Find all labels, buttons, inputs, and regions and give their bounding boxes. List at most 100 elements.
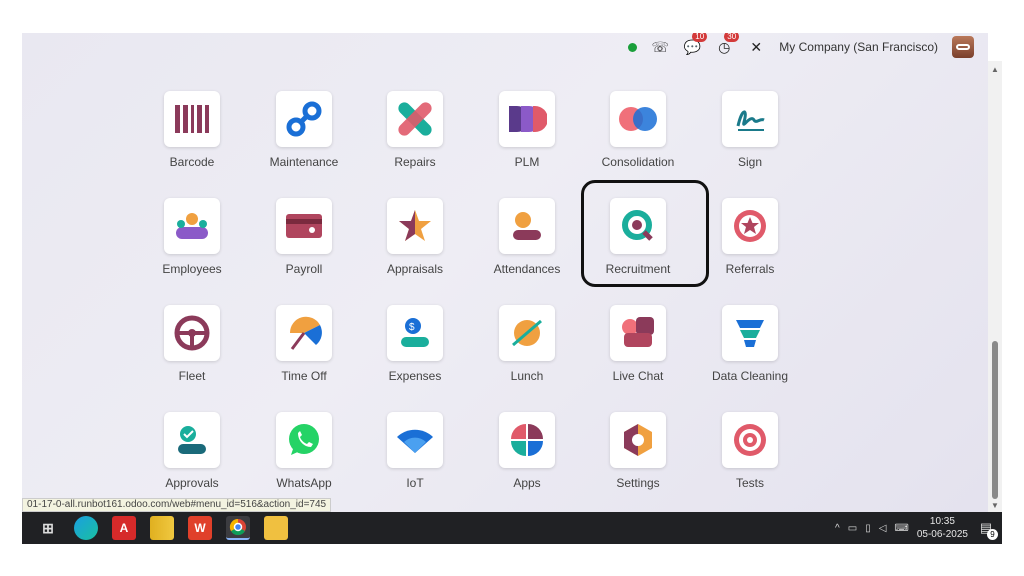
activity-badge: 30 xyxy=(724,33,740,42)
app-settings[interactable]: Settings xyxy=(583,412,693,512)
app-expenses[interactable]: $ Expenses xyxy=(360,305,470,405)
battery-icon[interactable]: ▭ xyxy=(848,523,857,534)
volume-icon[interactable]: ◁ xyxy=(879,523,887,534)
notification-icon[interactable]: ▤ 9 xyxy=(976,518,998,540)
keyboard-icon[interactable]: ⌨ xyxy=(894,523,908,534)
app-label: PLM xyxy=(514,155,540,169)
referrals-icon xyxy=(722,198,778,254)
sign-icon xyxy=(722,91,778,147)
scroll-up-icon[interactable]: ▲ xyxy=(991,65,999,74)
repairs-icon xyxy=(387,91,443,147)
expenses-icon: $ xyxy=(387,305,443,361)
appraisals-icon xyxy=(387,198,443,254)
edge-icon[interactable] xyxy=(74,516,98,540)
apps-icon xyxy=(499,412,555,468)
data-cleaning-icon xyxy=(722,305,778,361)
app-appraisals[interactable]: Appraisals xyxy=(360,198,470,298)
app-tests[interactable]: Tests xyxy=(695,412,805,512)
app-label: Consolidation xyxy=(601,155,675,169)
app-whatsapp[interactable]: WhatsApp xyxy=(249,412,359,512)
scrollbar[interactable]: ▲ ▼ xyxy=(988,61,1002,512)
tests-icon xyxy=(722,412,778,468)
app-referrals[interactable]: Referrals xyxy=(695,198,805,298)
clock[interactable]: 10:35 05-06-2025 xyxy=(917,515,968,541)
app-label: Referrals xyxy=(725,262,775,276)
app-plm[interactable]: PLM xyxy=(472,91,582,191)
time-off-icon xyxy=(276,305,332,361)
settings-icon xyxy=(610,412,666,468)
app-label: Payroll xyxy=(285,262,323,276)
app-iot[interactable]: IoT xyxy=(360,412,470,512)
app-label: Attendances xyxy=(493,262,561,276)
app-time-off[interactable]: Time Off xyxy=(249,305,359,405)
live-chat-icon xyxy=(610,305,666,361)
company-switcher[interactable]: My Company (San Francisco) xyxy=(779,40,938,54)
app-attendances[interactable]: Attendances xyxy=(472,198,582,298)
chrome-icon[interactable] xyxy=(226,516,250,540)
app-sign[interactable]: Sign xyxy=(695,91,805,191)
top-bar: ☏ 💬 10 ◷ 30 ✕ My Company (San Francisco) xyxy=(22,33,988,61)
file-explorer-icon[interactable] xyxy=(264,516,288,540)
app-label: Repairs xyxy=(394,155,436,169)
phone-icon[interactable]: ☏ xyxy=(651,38,670,56)
url-status-bar: 01-17-0-all.runbot161.odoo.com/web#menu_… xyxy=(22,498,332,512)
task-view-icon[interactable]: ⊞ xyxy=(36,516,60,540)
app-employees[interactable]: Employees xyxy=(137,198,247,298)
tools-icon[interactable]: ✕ xyxy=(747,38,765,56)
activity-clock-icon[interactable]: ◷ 30 xyxy=(715,33,740,56)
avatar[interactable] xyxy=(952,36,974,58)
chevron-up-icon[interactable]: ^ xyxy=(835,523,840,534)
attendances-icon xyxy=(499,198,555,254)
chat-badge: 10 xyxy=(692,33,708,42)
fleet-icon xyxy=(164,305,220,361)
app-lunch[interactable]: Lunch xyxy=(472,305,582,405)
barcode-icon xyxy=(164,91,220,147)
app-live-chat[interactable]: Live Chat xyxy=(583,305,693,405)
app-approvals[interactable]: Approvals xyxy=(137,412,247,512)
app-label: Appraisals xyxy=(386,262,444,276)
clock-time: 10:35 xyxy=(929,516,955,527)
system-tray: ^ ▭ ▯ ◁ ⌨ 10:35 05-06-2025 ▤ 9 xyxy=(835,512,998,544)
app-label: Expenses xyxy=(388,369,442,383)
odoo-app: ☏ 💬 10 ◷ 30 ✕ My Company (San Francisco) B… xyxy=(22,33,988,512)
app-apps[interactable]: Apps xyxy=(472,412,582,512)
app-label: WhatsApp xyxy=(276,476,332,490)
app-payroll[interactable]: Payroll xyxy=(249,198,359,298)
app-label: IoT xyxy=(406,476,424,490)
wps-icon[interactable]: W xyxy=(188,516,212,540)
app-label: Sign xyxy=(737,155,763,169)
acrobat-icon[interactable]: A xyxy=(112,516,136,540)
app-label: Apps xyxy=(513,476,541,490)
app-label: Live Chat xyxy=(612,369,664,383)
app-label: Data Cleaning xyxy=(711,369,789,383)
screen: ☏ 💬 10 ◷ 30 ✕ My Company (San Francisco) B… xyxy=(22,33,1002,544)
approvals-icon xyxy=(164,412,220,468)
app-label: Employees xyxy=(162,262,222,276)
maintenance-icon xyxy=(276,91,332,147)
app-label: Settings xyxy=(616,476,660,490)
app-label: Tests xyxy=(735,476,764,490)
scroll-thumb[interactable] xyxy=(992,341,998,499)
recruitment-highlight-box xyxy=(581,180,709,287)
app-data-cleaning[interactable]: Data Cleaning xyxy=(695,305,805,405)
whatsapp-icon xyxy=(276,412,332,468)
power-bi-icon[interactable] xyxy=(150,516,174,540)
employees-icon xyxy=(164,198,220,254)
clock-date: 05-06-2025 xyxy=(916,529,968,540)
network-icon[interactable]: ▯ xyxy=(865,523,871,534)
app-fleet[interactable]: Fleet xyxy=(137,305,247,405)
notification-count: 9 xyxy=(987,529,998,540)
app-repairs[interactable]: Repairs xyxy=(360,91,470,191)
chat-icon[interactable]: 💬 10 xyxy=(683,33,708,56)
app-maintenance[interactable]: Maintenance xyxy=(249,91,359,191)
lunch-icon xyxy=(499,305,555,361)
consolidation-icon xyxy=(610,91,666,147)
plm-icon xyxy=(499,91,555,147)
app-label: Maintenance xyxy=(269,155,339,169)
windows-taskbar: ⊞ A W ^ ▭ ▯ ◁ ⌨ 10:35 05-06-2025 ▤ 9 xyxy=(22,512,1002,544)
app-barcode[interactable]: Barcode xyxy=(137,91,247,191)
scroll-down-icon[interactable]: ▼ xyxy=(991,501,999,510)
app-label: Lunch xyxy=(510,369,544,383)
app-consolidation[interactable]: Consolidation xyxy=(583,91,693,191)
app-label: Time Off xyxy=(281,369,327,383)
